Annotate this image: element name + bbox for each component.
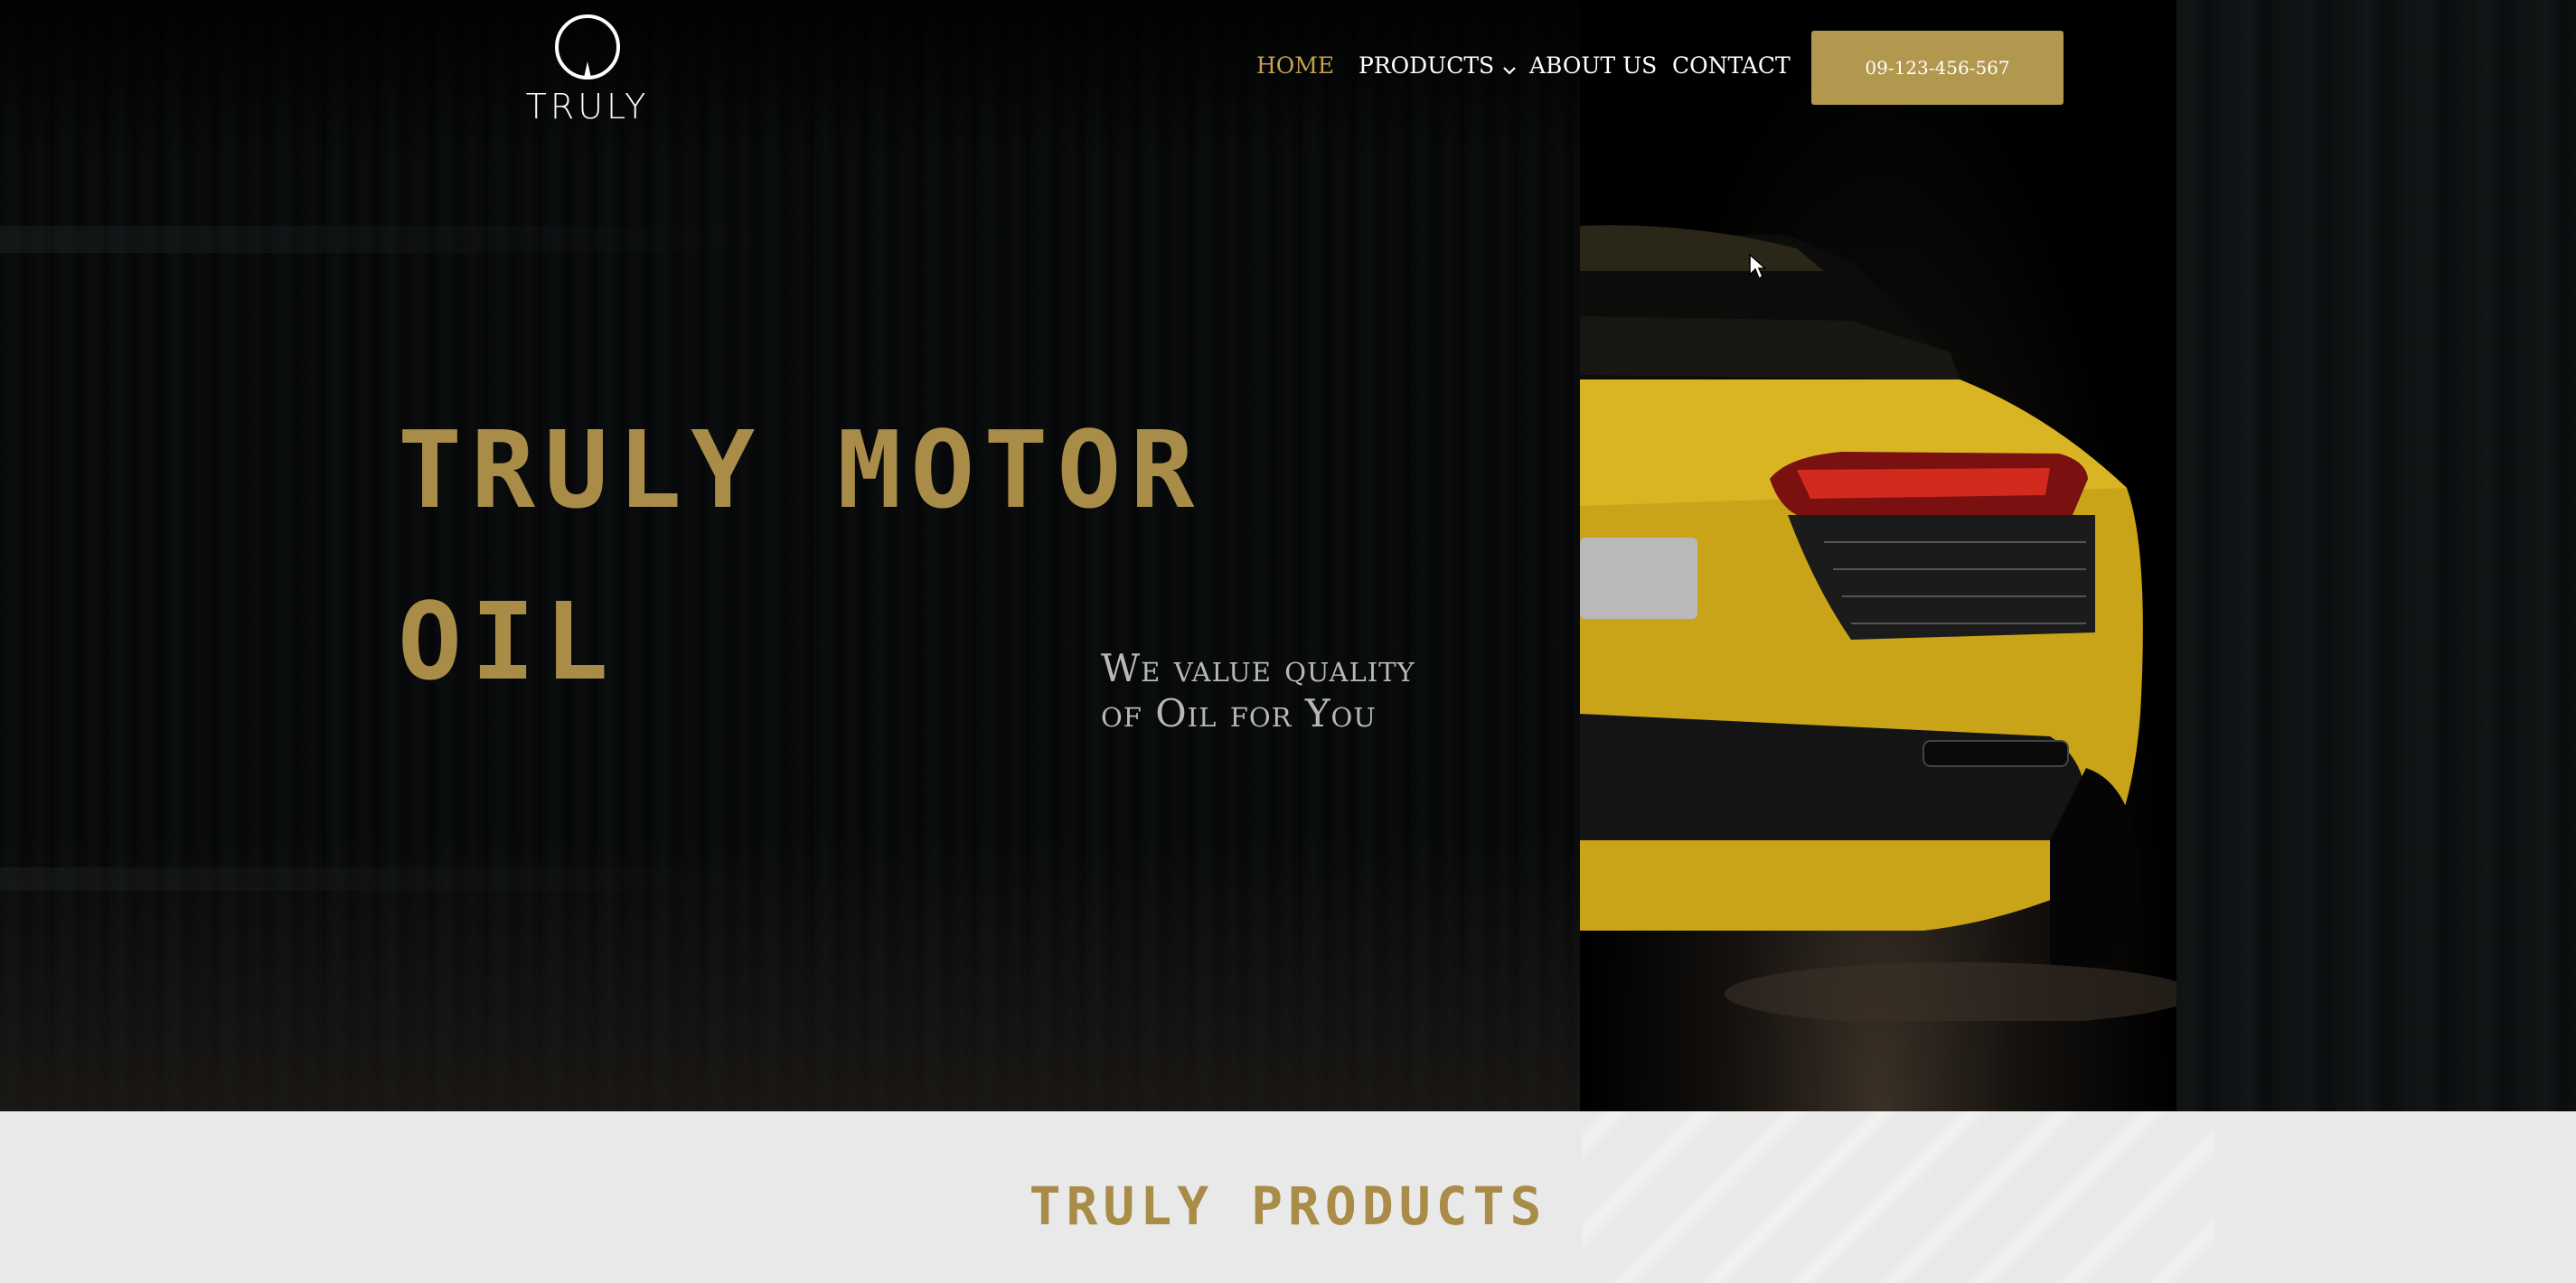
background-beam [0,226,795,253]
truly-logo-icon [555,14,620,80]
background-beam [0,867,795,891]
nav-item-label: PRODUCTS [1359,52,1495,79]
phone-button[interactable]: 09-123-456-567 [1811,31,2064,105]
hero-subtitle: We value quality of Oil for You [1101,646,1553,736]
background-wall [2169,0,2576,1111]
logo-text: TRULY [525,87,650,126]
nav-item-contact[interactable]: CONTACT [1672,52,1791,80]
sports-car-image [1580,225,2176,1021]
hero-subtitle-line: of Oil for You [1101,691,1377,735]
hero-title-line: TRULY MOTOR [398,407,1204,532]
nav-item-products[interactable]: PRODUCTS [1359,52,1516,81]
chevron-down-icon [1503,54,1516,81]
mouse-cursor-icon [1749,253,1766,280]
products-section: TRULY PRODUCTS [0,1111,2576,1283]
nav-item-home[interactable]: HOME [1256,52,1334,80]
products-title: TRULY PRODUCTS [1029,1175,1547,1237]
truly-logo[interactable]: TRULY [517,13,658,126]
hero-subtitle-line: We value quality [1101,646,1415,690]
nav-item-about-us[interactable]: ABOUT US [1529,52,1657,80]
hero-section: TRULY HOME PRODUCTS ABOUT US CONTACT 09-… [0,0,2576,1111]
